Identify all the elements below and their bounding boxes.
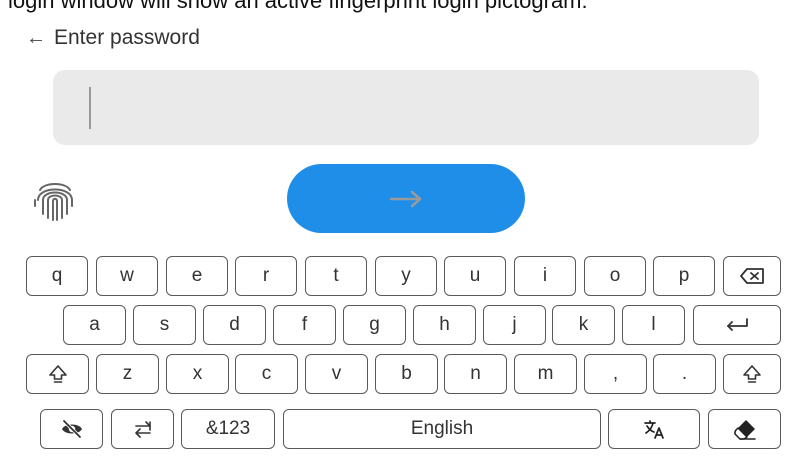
- shift-key-right[interactable]: [723, 354, 781, 394]
- fingerprint-icon[interactable]: [32, 176, 78, 222]
- key-u[interactable]: u: [444, 256, 506, 296]
- key-f[interactable]: f: [273, 305, 336, 345]
- enter-key[interactable]: [693, 305, 781, 345]
- page-header: ← Enter password: [26, 26, 200, 50]
- key-o[interactable]: o: [584, 256, 646, 296]
- text-cursor: [89, 87, 91, 129]
- key-k[interactable]: k: [552, 305, 615, 345]
- key-r[interactable]: r: [235, 256, 297, 296]
- key-g[interactable]: g: [343, 305, 406, 345]
- shift-key-left[interactable]: [26, 354, 89, 394]
- enter-icon: [727, 318, 748, 331]
- key-b[interactable]: b: [375, 354, 438, 394]
- key-a[interactable]: a: [63, 305, 126, 345]
- key-s[interactable]: s: [133, 305, 196, 345]
- key-e[interactable]: e: [166, 256, 228, 296]
- arrow-right-icon: [389, 190, 422, 207]
- translate-icon: [644, 420, 664, 439]
- key-w[interactable]: w: [96, 256, 158, 296]
- page-title: Enter password: [54, 26, 200, 49]
- toggle-visibility-key[interactable]: [40, 409, 103, 449]
- shift-icon: [743, 365, 761, 383]
- eye-off-icon: [61, 419, 82, 439]
- key-q[interactable]: q: [26, 256, 88, 296]
- key-d[interactable]: d: [203, 305, 266, 345]
- backspace-key[interactable]: [723, 256, 781, 296]
- password-input[interactable]: [53, 70, 759, 145]
- translate-key[interactable]: [608, 409, 700, 449]
- submit-button[interactable]: [287, 164, 525, 233]
- key-i[interactable]: i: [514, 256, 576, 296]
- key-j[interactable]: j: [483, 305, 546, 345]
- key-m[interactable]: m: [514, 354, 577, 394]
- clear-key[interactable]: [708, 409, 781, 449]
- on-screen-keyboard: q w e r t y u i o p a s d f g h j k l z …: [0, 248, 797, 464]
- key-p[interactable]: p: [653, 256, 715, 296]
- swap-key[interactable]: [111, 409, 174, 449]
- key-period[interactable]: .: [653, 354, 716, 394]
- backspace-icon: [740, 268, 764, 284]
- numeric-key[interactable]: &123: [181, 409, 275, 449]
- caption-text: login window will show an active fingerp…: [8, 0, 588, 13]
- key-n[interactable]: n: [444, 354, 507, 394]
- key-z[interactable]: z: [96, 354, 159, 394]
- space-language-key[interactable]: English: [283, 409, 601, 449]
- key-t[interactable]: t: [305, 256, 367, 296]
- key-x[interactable]: x: [166, 354, 229, 394]
- key-h[interactable]: h: [413, 305, 476, 345]
- key-comma[interactable]: ,: [584, 354, 647, 394]
- back-arrow-icon[interactable]: ←: [26, 28, 46, 48]
- login-screen: login window will show an active fingerp…: [0, 0, 797, 464]
- swap-arrows-icon: [134, 421, 151, 438]
- shift-icon: [48, 365, 67, 383]
- key-c[interactable]: c: [235, 354, 298, 394]
- key-l[interactable]: l: [622, 305, 685, 345]
- key-y[interactable]: y: [375, 256, 437, 296]
- eraser-icon: [733, 420, 756, 440]
- key-v[interactable]: v: [305, 354, 368, 394]
